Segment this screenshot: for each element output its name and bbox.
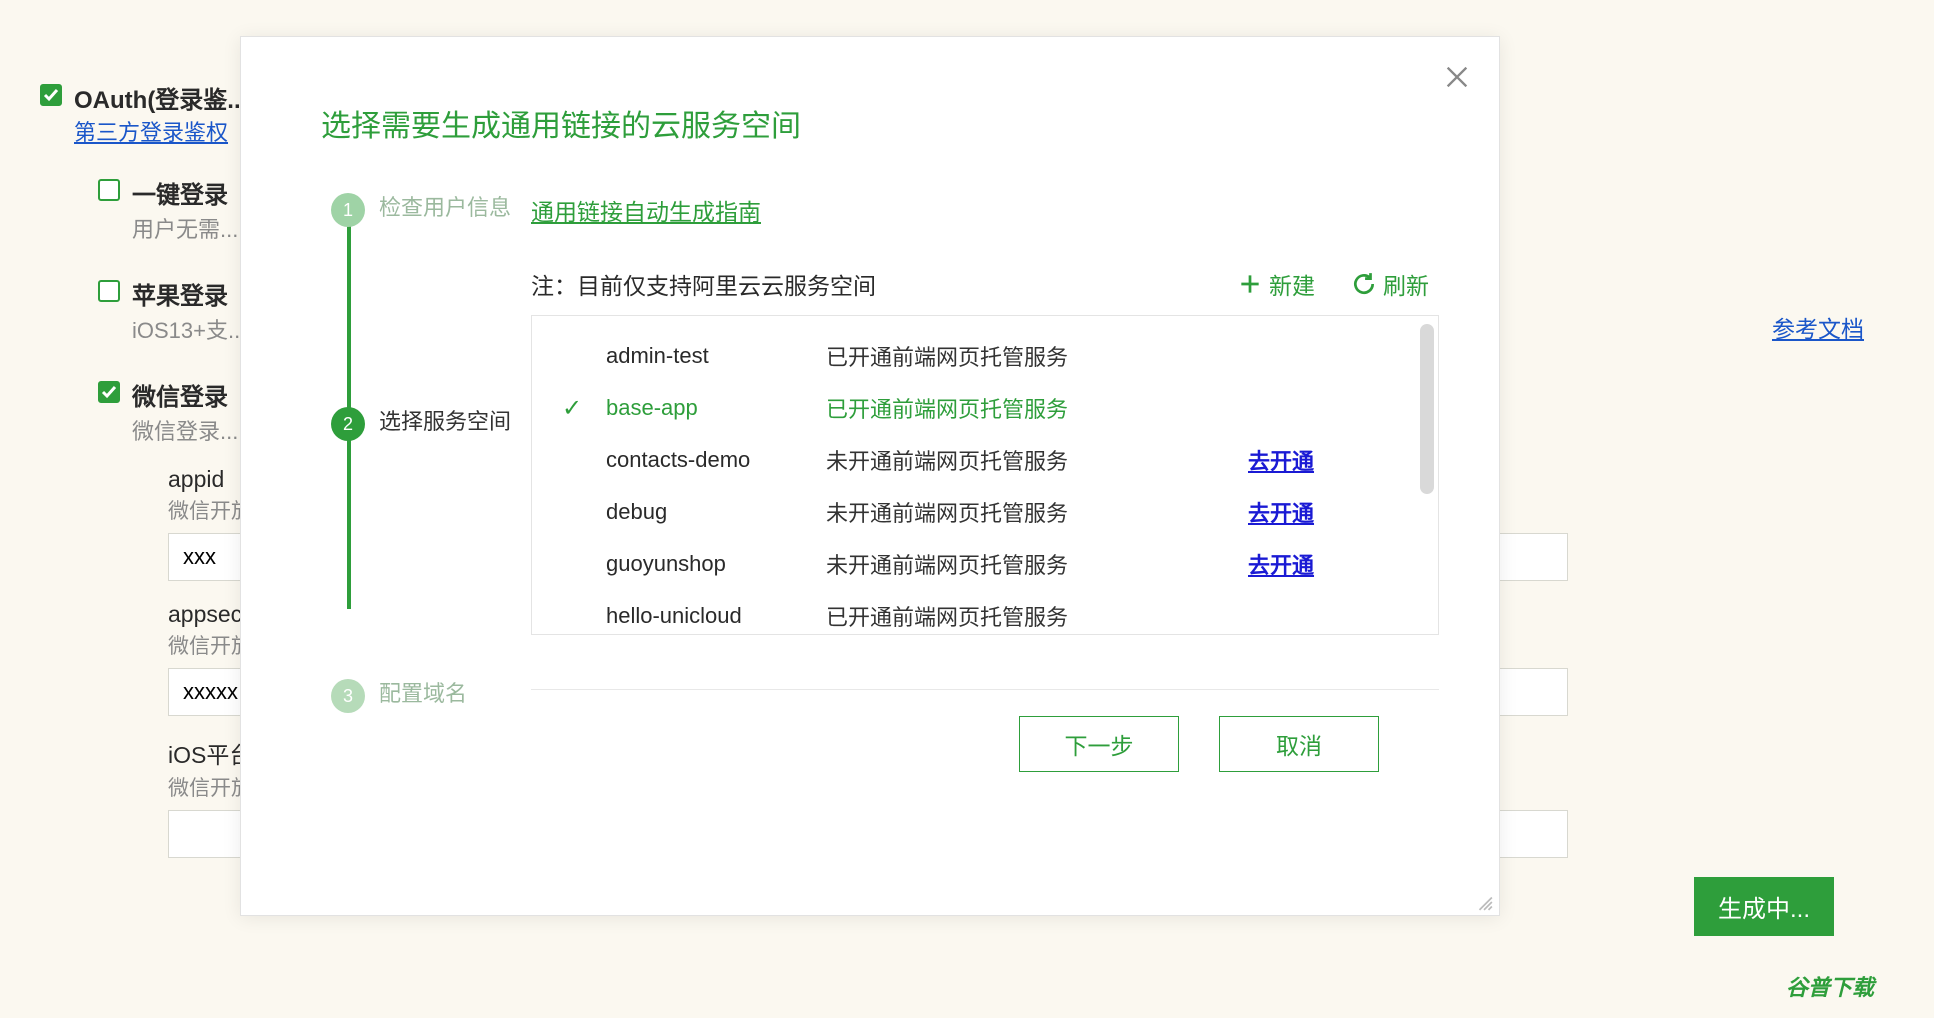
step-3-circle: 3 (331, 679, 365, 713)
space-row[interactable]: debug未开通前端网页托管服务去开通 (532, 486, 1438, 538)
space-name: contacts-demo (606, 447, 826, 473)
space-row[interactable]: hello-unicloud已开通前端网页托管服务 (532, 590, 1438, 635)
modal-content: 通用链接自动生成指南 注：目前仅支持阿里云云服务空间 新建 刷新 (531, 193, 1439, 853)
space-name: guoyunshop (606, 551, 826, 577)
step-3-label: 配置域名 (379, 679, 467, 713)
oauth-checkbox[interactable] (40, 84, 62, 106)
next-button[interactable]: 下一步 (1019, 716, 1179, 772)
space-row[interactable]: guoyunshop未开通前端网页托管服务去开通 (532, 538, 1438, 590)
space-name: debug (606, 499, 826, 525)
go-open-link[interactable]: 去开通 (1248, 553, 1314, 578)
space-action: 去开通 (1248, 444, 1408, 476)
go-open-link[interactable]: 去开通 (1248, 449, 1314, 474)
step-3: 3 配置域名 (331, 599, 511, 713)
space-list: admin-test已开通前端网页托管服务✓base-app已开通前端网页托管服… (531, 315, 1439, 635)
refresh-label: 刷新 (1383, 267, 1429, 301)
space-action: 去开通 (1248, 548, 1408, 580)
apple-checkbox[interactable] (98, 280, 120, 302)
modal-close-button[interactable] (1437, 57, 1477, 97)
space-status: 已开通前端网页托管服务 (826, 600, 1248, 632)
step-1-circle: 1 (331, 193, 365, 227)
space-name: hello-unicloud (606, 603, 826, 629)
oauth-label: OAuth(登录鉴... (74, 80, 247, 115)
plus-icon (1237, 271, 1263, 297)
one-click-title: 一键登录 (132, 175, 238, 210)
scrollbar-thumb[interactable] (1420, 324, 1434, 494)
cancel-button[interactable]: 取消 (1219, 716, 1379, 772)
modal-title: 选择需要生成通用链接的云服务空间 (241, 37, 1499, 145)
step-2-label: 选择服务空间 (379, 407, 511, 441)
new-space-button[interactable]: 新建 (1237, 267, 1315, 301)
brand-watermark: 谷普下载 (1786, 970, 1874, 1002)
resize-handle[interactable] (1475, 891, 1493, 909)
step-2-circle: 2 (331, 407, 365, 441)
generate-button[interactable]: 生成中... (1694, 877, 1834, 936)
select-space-modal: 选择需要生成通用链接的云服务空间 1 检查用户信息 2 选择服务空间 3 配置域… (240, 36, 1500, 916)
reference-doc-link[interactable]: 参考文档 (1772, 310, 1864, 344)
space-status: 未开通前端网页托管服务 (826, 444, 1248, 476)
note-row: 注：目前仅支持阿里云云服务空间 新建 刷新 (531, 267, 1439, 301)
one-click-sub: 用户无需... (132, 212, 238, 244)
close-icon (1443, 63, 1471, 91)
apple-title: 苹果登录 (132, 276, 246, 311)
stepper: 1 检查用户信息 2 选择服务空间 3 配置域名 (311, 193, 511, 853)
space-status: 未开通前端网页托管服务 (826, 548, 1248, 580)
refresh-icon (1351, 271, 1377, 297)
space-status: 未开通前端网页托管服务 (826, 496, 1248, 528)
space-row[interactable]: ✓base-app已开通前端网页托管服务 (532, 382, 1438, 434)
step-1: 1 检查用户信息 (331, 193, 511, 227)
step-1-label: 检查用户信息 (379, 193, 511, 227)
refresh-button[interactable]: 刷新 (1351, 267, 1429, 301)
space-action: 去开通 (1248, 496, 1408, 528)
step-2: 2 选择服务空间 (331, 367, 511, 441)
note-text: 注：目前仅支持阿里云云服务空间 (531, 267, 876, 301)
apple-sub: iOS13+支... (132, 313, 246, 345)
one-click-checkbox[interactable] (98, 179, 120, 201)
space-name: base-app (606, 395, 826, 421)
note-actions: 新建 刷新 (1237, 267, 1429, 301)
space-name: admin-test (606, 343, 826, 369)
guide-link[interactable]: 通用链接自动生成指南 (531, 193, 761, 227)
new-label: 新建 (1269, 267, 1315, 301)
space-row[interactable]: admin-test已开通前端网页托管服务 (532, 330, 1438, 382)
go-open-link[interactable]: 去开通 (1248, 501, 1314, 526)
modal-footer: 下一步 取消 (531, 690, 1439, 772)
space-status: 已开通前端网页托管服务 (826, 392, 1248, 424)
space-row[interactable]: contacts-demo未开通前端网页托管服务去开通 (532, 434, 1438, 486)
wechat-checkbox[interactable] (98, 381, 120, 403)
oauth-doc-link[interactable]: 第三方登录鉴权 (74, 120, 228, 145)
check-icon: ✓ (562, 394, 606, 423)
space-status: 已开通前端网页托管服务 (826, 340, 1248, 372)
